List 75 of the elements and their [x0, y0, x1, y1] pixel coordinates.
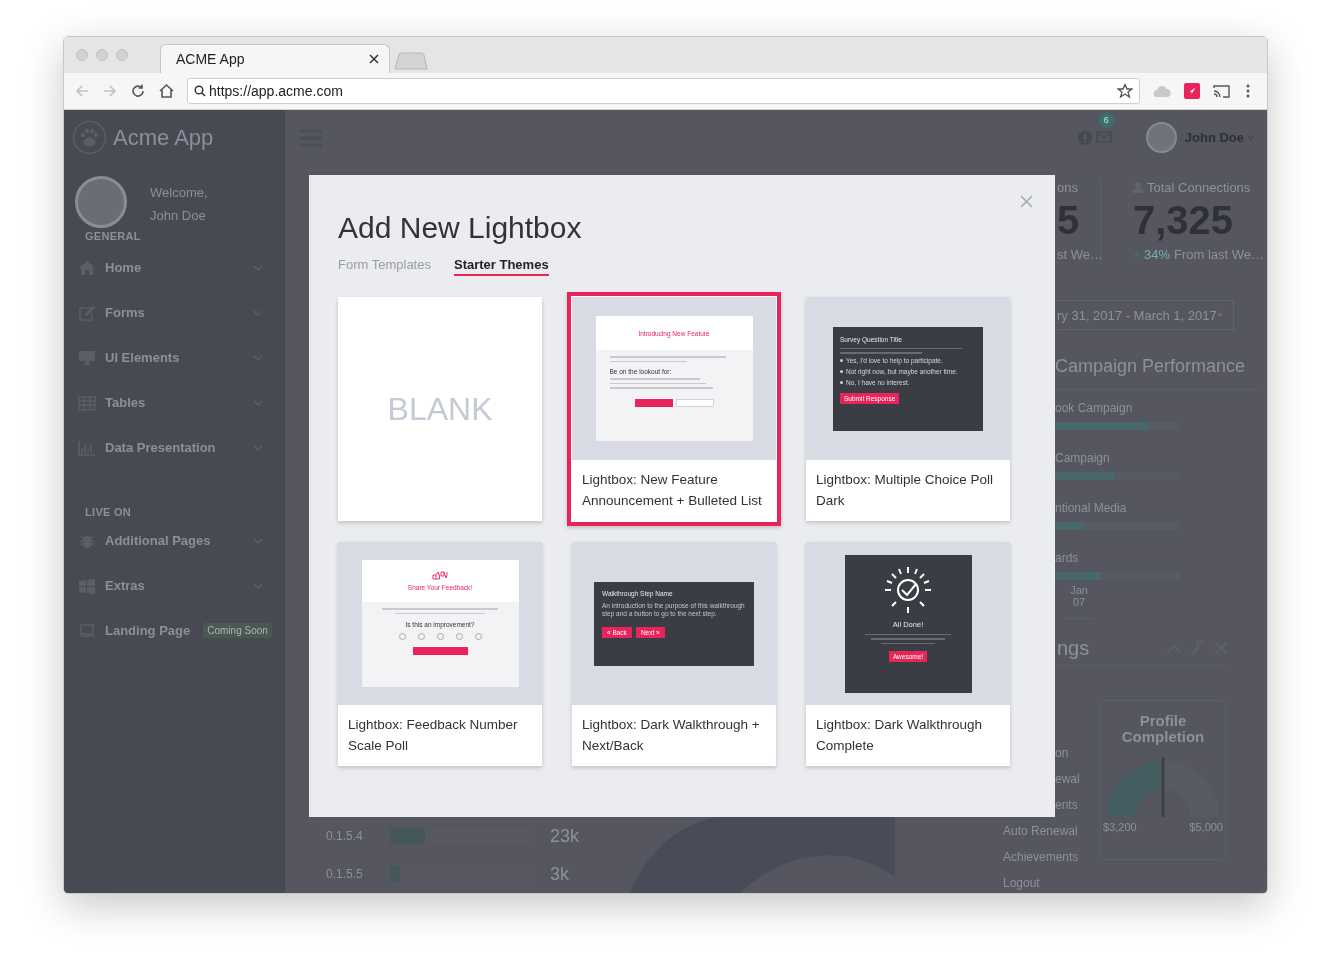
minimize-window-button[interactable]	[96, 49, 108, 61]
radio-dot-icon	[840, 370, 843, 373]
campaign-label: Campaign	[1055, 450, 1111, 467]
month-label: Jan	[1070, 584, 1088, 596]
card-title: Lightbox: Dark Walkthrough Complete	[815, 716, 984, 755]
campaign-label: ntional Media	[1055, 500, 1128, 517]
address-bar[interactable]: https://app.acme.com	[187, 78, 1140, 104]
change-value: 34%	[1144, 246, 1171, 262]
template-card[interactable]: BLANK	[338, 297, 542, 521]
panel-title: ngs	[1057, 636, 1090, 660]
forward-icon[interactable]	[102, 83, 118, 99]
card-title: Lightbox: Feedback Number Scale Poll	[347, 716, 519, 755]
card-title: Profile Completion	[1120, 713, 1206, 745]
caret-up-icon	[1133, 251, 1140, 257]
search-icon	[194, 85, 206, 97]
preview-button	[675, 398, 714, 407]
card-title: Lightbox: Dark Walkthrough + Next/Back	[581, 716, 761, 755]
browser-tab[interactable]: ACME App	[160, 44, 390, 73]
avatar	[1145, 122, 1177, 153]
version-label: 0.1.5.5	[326, 867, 364, 881]
stat-label: Total Connections	[1147, 179, 1251, 195]
preview-button	[634, 398, 673, 407]
avatar	[75, 176, 127, 228]
menu-icon[interactable]	[1246, 84, 1250, 98]
app-name: Acme App	[113, 124, 214, 151]
blank-label: BLANK	[387, 390, 493, 428]
notification-badge: 6	[1098, 112, 1114, 128]
close-icon[interactable]	[369, 54, 379, 64]
new-tab-button[interactable]	[394, 52, 428, 70]
cloud-icon[interactable]	[1153, 84, 1171, 98]
placeholder-line	[881, 642, 935, 644]
section-heading: LIVE ON	[85, 506, 133, 518]
preview-button	[412, 647, 468, 655]
checkmark-burst-icon	[883, 564, 933, 615]
menu-item[interactable]: Logout	[1000, 870, 1100, 893]
close-window-button[interactable]	[76, 49, 88, 61]
menu-item[interactable]: UI Elements	[78, 335, 285, 380]
day-label: 07	[1072, 596, 1086, 608]
menu-item[interactable]: Auto Renewal	[1000, 818, 1100, 844]
user-name: John Doe	[150, 208, 207, 223]
section-heading: GENERAL	[85, 230, 142, 242]
radio-dot-icon	[840, 359, 843, 362]
menu-item[interactable]: Additional Pages	[78, 518, 285, 563]
reload-icon[interactable]	[130, 83, 146, 99]
stat-note: From last We…	[1174, 246, 1265, 262]
campaign-label: ook Campaign	[1055, 400, 1134, 417]
maximize-window-button[interactable]	[116, 49, 128, 61]
min-value: $3,200	[1103, 821, 1137, 833]
card-title: Lightbox: Multiple Choice Poll Dark	[815, 471, 995, 510]
menu-item[interactable]: Data Presentation	[78, 425, 285, 470]
radio-dot-icon	[840, 381, 843, 384]
back-icon[interactable]	[74, 83, 90, 99]
max-value: $5,000	[1189, 821, 1223, 833]
menu-item[interactable]: Achievements	[1000, 844, 1100, 870]
star-icon[interactable]	[1117, 83, 1133, 99]
menu-item[interactable]: Forms	[78, 290, 285, 335]
coming-soon-badge: Coming Soon	[203, 623, 272, 638]
count-label: 23k	[550, 825, 580, 847]
home-icon[interactable]	[158, 83, 175, 99]
menu-item[interactable]: Extras	[78, 563, 285, 608]
menu-item[interactable]: Landing Page Coming Soon	[78, 608, 285, 653]
version-label: 0.1.5.4	[326, 829, 364, 843]
welcome-text: Welcome,	[150, 185, 208, 200]
tab[interactable]: Starter Themes	[453, 257, 549, 276]
date-range-picker[interactable]: ry 31, 2017 - March 1, 2017	[1057, 300, 1234, 330]
campaign-label: ards	[1055, 550, 1080, 567]
modal-title: Add New Lightbox	[338, 211, 583, 245]
card-title: Lightbox: New Feature Announcement + Bulleted List	[581, 471, 763, 510]
extension-icon[interactable]	[1184, 83, 1200, 99]
count-label: 3k	[550, 863, 569, 885]
tab[interactable]: Form Templates	[338, 257, 431, 276]
menu-item[interactable]: Tables	[78, 380, 285, 425]
stat-label: ons	[1057, 179, 1078, 195]
menu-item[interactable]: Home	[78, 245, 285, 290]
cast-icon[interactable]	[1213, 84, 1230, 98]
